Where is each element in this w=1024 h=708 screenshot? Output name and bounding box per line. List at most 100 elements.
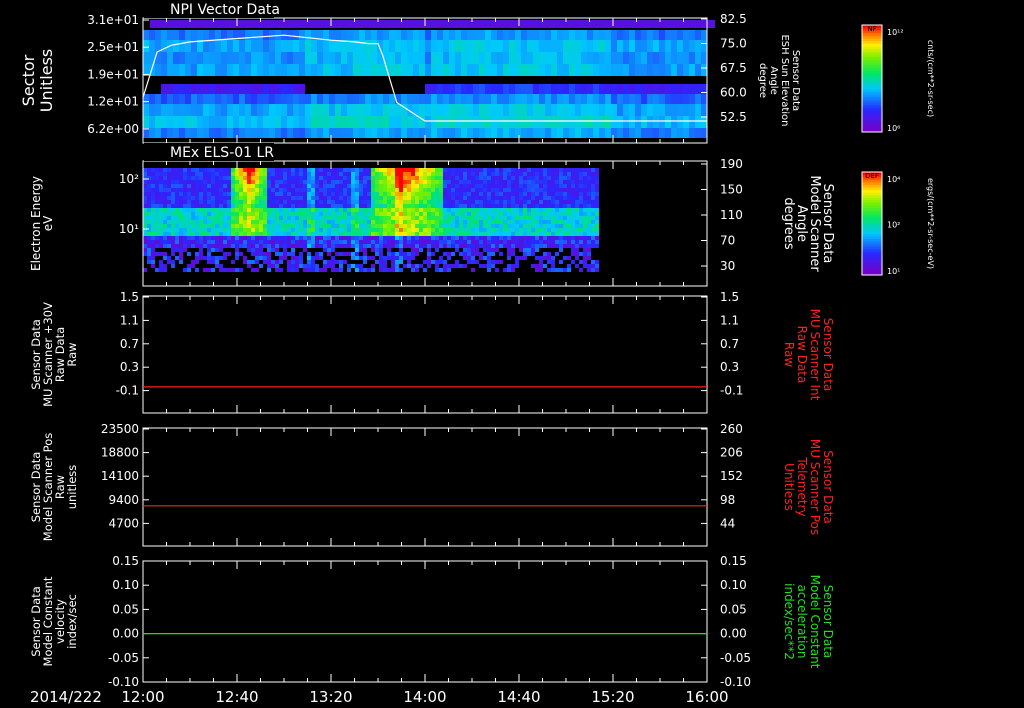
y-tick-label: 30 [720,259,735,273]
electron-cell [351,252,355,256]
electron-cell [307,268,311,272]
electron-cell [507,264,511,268]
y-tick-label: 0.00 [112,627,139,641]
electron-cell [403,244,407,248]
electron-cell [515,188,519,192]
electron-cell [251,184,255,188]
electron-cell [315,212,319,216]
electron-cell [371,168,375,172]
electron-cell [175,228,179,232]
npi-cell [533,128,539,138]
electron-cell [331,240,335,244]
electron-cell [547,232,551,236]
npi-cell [671,30,677,40]
electron-cell [247,192,251,196]
electron-cell [279,268,283,272]
electron-cell [519,228,523,232]
electron-cell [211,196,215,200]
electron-cell [331,168,335,172]
electron-cell [211,172,215,176]
npi-cell [353,128,359,138]
electron-cell [147,216,151,220]
electron-cell [419,168,423,172]
npi-cell [197,104,203,116]
electron-cell [251,208,255,212]
electron-cell [383,228,387,232]
electron-cell [171,240,175,244]
electron-cell [527,232,531,236]
npi-cell [449,64,455,76]
electron-cell [527,244,531,248]
panel-frame [142,295,708,414]
npi-cell [311,116,317,128]
npi-cell [695,128,701,138]
npi-cell [299,30,305,40]
npi-cell [437,94,443,104]
electron-cell [159,268,163,272]
electron-cell [507,220,511,224]
electron-cell [515,208,519,212]
electron-cell [187,228,191,232]
electron-cell [411,232,415,236]
electron-cell [543,196,547,200]
electron-cell [339,268,343,272]
right-axis-label: Sensor Data [821,585,835,659]
electron-cell [359,236,363,240]
npi-cell [239,64,245,76]
electron-cell [499,212,503,216]
electron-cell [571,172,575,176]
electron-cell [559,208,563,212]
npi-cell [227,104,233,116]
npi-cell [209,104,215,116]
electron-cell [163,252,167,256]
electron-cell [195,216,199,220]
npi-cell [407,30,413,40]
electron-cell [311,192,315,196]
npi-cell [485,64,491,76]
electron-cell [419,240,423,244]
electron-cell [227,180,231,184]
electron-cell [299,264,303,268]
npi-cell [251,30,257,40]
electron-cell [495,260,499,264]
electron-cell [387,244,391,248]
electron-cell [591,204,595,208]
electron-cell [267,256,271,260]
electron-cell [223,188,227,192]
npi-cell [527,94,533,104]
npi-cell [671,84,677,94]
electron-cell [303,168,307,172]
electron-cell [275,228,279,232]
electron-cell [271,232,275,236]
electron-cell [543,240,547,244]
electron-cell [391,256,395,260]
electron-cell [511,192,515,196]
electron-cell [555,204,559,208]
electron-cell [371,248,375,252]
npi-cell [323,116,329,128]
electron-cell [367,256,371,260]
npi-cell [605,94,611,104]
electron-cell [323,264,327,268]
electron-cell [491,228,495,232]
npi-cell [665,84,671,94]
electron-cell [271,180,275,184]
electron-cell [263,252,267,256]
npi-cell [623,30,629,40]
electron-cell [255,220,259,224]
electron-cell [323,232,327,236]
electron-cell [351,168,355,172]
electron-cell [379,252,383,256]
electron-cell [219,192,223,196]
electron-cell [179,240,183,244]
electron-cell [543,192,547,196]
electron-cell [423,180,427,184]
electron-cell [559,216,563,220]
electron-cell [475,252,479,256]
electron-cell [163,188,167,192]
electron-cell [451,212,455,216]
npi-cell [581,94,587,104]
npi-cell [167,128,173,138]
electron-cell [295,212,299,216]
electron-cell [171,244,175,248]
